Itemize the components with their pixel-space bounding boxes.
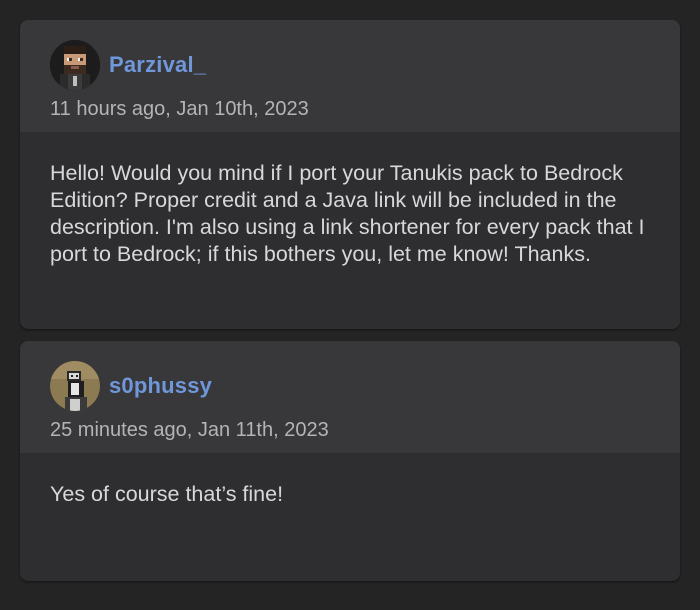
username-link[interactable]: Parzival_ bbox=[109, 52, 206, 78]
comment-header: s0phussy 25 minutes ago, Jan 11th, 2023 bbox=[20, 341, 680, 453]
pixel-character-avatar-icon bbox=[50, 40, 100, 90]
avatar[interactable] bbox=[50, 361, 100, 411]
comment-card: Parzival_ 11 hours ago, Jan 10th, 2023 H… bbox=[20, 20, 680, 329]
author-row: Parzival_ bbox=[50, 40, 650, 90]
pixel-character-avatar-icon bbox=[50, 361, 100, 411]
avatar[interactable] bbox=[50, 40, 100, 90]
comment-header: Parzival_ 11 hours ago, Jan 10th, 2023 bbox=[20, 20, 680, 132]
comment-text: Hello! Would you mind if I port your Tan… bbox=[50, 161, 645, 266]
comment-timestamp: 25 minutes ago, Jan 11th, 2023 bbox=[50, 419, 329, 441]
comment-card: s0phussy 25 minutes ago, Jan 11th, 2023 … bbox=[20, 341, 680, 581]
author-row: s0phussy bbox=[50, 361, 650, 411]
comment-text: Yes of course that’s fine! bbox=[50, 482, 284, 506]
username-link[interactable]: s0phussy bbox=[109, 373, 212, 399]
comment-thread: Parzival_ 11 hours ago, Jan 10th, 2023 H… bbox=[20, 20, 680, 581]
comment-timestamp: 11 hours ago, Jan 10th, 2023 bbox=[50, 98, 309, 120]
